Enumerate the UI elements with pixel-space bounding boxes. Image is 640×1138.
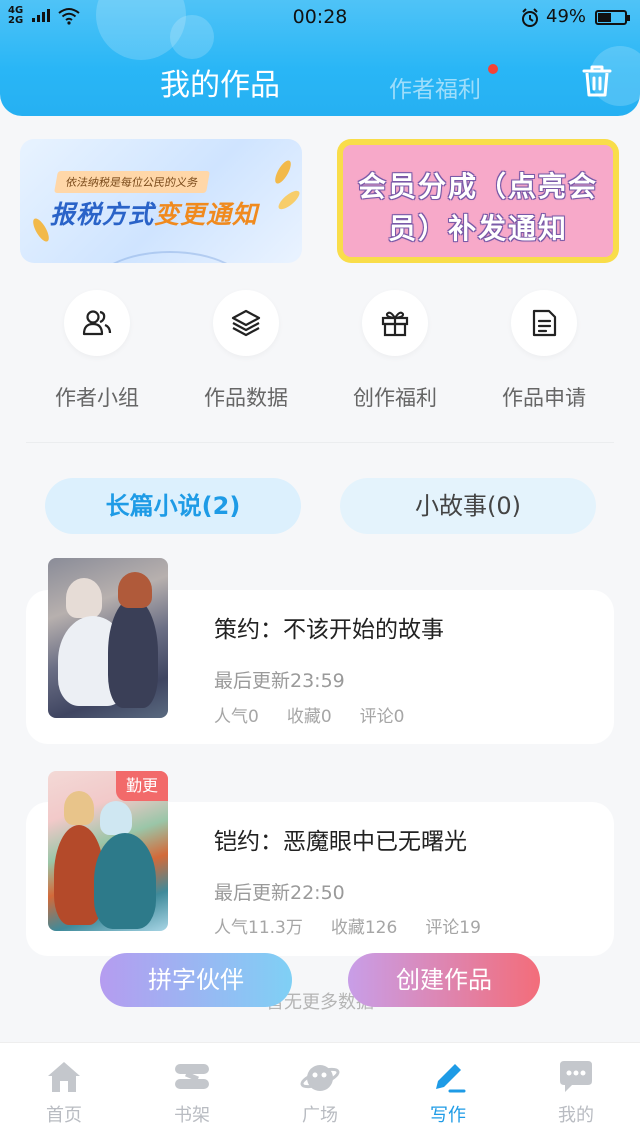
cover-figure [66, 578, 102, 618]
no-more-data-text: 暂无更多数据 [266, 992, 374, 1013]
banner-decoration [90, 251, 250, 263]
work-title[interactable]: 策约：不该开始的故事 [214, 610, 444, 644]
nav-item-home[interactable]: 首页 [0, 1043, 128, 1138]
work-cover-image[interactable]: 勤更 [48, 771, 168, 931]
chat-bubble-icon [560, 1061, 592, 1092]
banner-title: 报税方式变更通知 [50, 200, 259, 229]
favorites-count: 收藏0 [286, 707, 332, 727]
writing-partner-button[interactable]: 拼字伙伴 [100, 953, 292, 1007]
alarm-icon [522, 8, 538, 27]
nav-item-write[interactable]: 写作 [384, 1043, 512, 1138]
clock: 00:28 [292, 6, 348, 28]
cover-figure [118, 572, 152, 608]
quick-action-label: 创作福利 [353, 386, 437, 410]
quick-action-author-group[interactable]: 作者小组 [27, 290, 167, 412]
work-last-updated: 最后更新22:50 [214, 882, 345, 904]
cover-figure [108, 598, 158, 708]
document-icon [511, 290, 577, 356]
create-work-button[interactable]: 创建作品 [348, 953, 540, 1007]
leaf-decoration [272, 158, 294, 186]
cover-figure [100, 801, 132, 835]
battery-icon [595, 10, 630, 25]
quick-action-work-application[interactable]: 作品申请 [474, 290, 614, 412]
trash-icon[interactable] [580, 63, 614, 99]
banner-member-share-notice[interactable]: 会员分成（点亮会 员）补发通知 [337, 139, 619, 263]
nav-item-square[interactable]: 广场 [256, 1043, 384, 1138]
pen-icon [436, 1064, 466, 1093]
comments-count: 评论19 [425, 918, 481, 938]
planet-icon [300, 1065, 340, 1091]
status-bar: 4G 2G 00:28 49% [0, 0, 640, 36]
cover-figure [94, 833, 156, 929]
banner-subtitle: 依法纳税是每位公民的义务 [54, 171, 210, 193]
comments-count: 评论0 [359, 707, 405, 727]
app-header: 4G 2G 00:28 49% 我的作品 作者福利 [0, 0, 640, 116]
nav-label: 书架 [174, 1105, 210, 1126]
tab-short-stories[interactable]: 小故事(0) [340, 478, 596, 534]
work-cover-image[interactable] [48, 558, 168, 718]
leaf-decoration [30, 216, 52, 244]
tab-author-benefits[interactable]: 作者福利 [375, 70, 495, 104]
work-title[interactable]: 铠约：恶魔眼中已无曙光 [214, 822, 467, 856]
banner-title-line: 员）补发通知 [387, 212, 568, 245]
home-icon [48, 1062, 80, 1092]
nav-label: 首页 [46, 1105, 82, 1126]
quick-action-label: 作品数据 [204, 386, 288, 410]
favorites-count: 收藏126 [330, 918, 398, 938]
nav-label: 写作 [430, 1105, 466, 1126]
quick-action-label: 作者小组 [55, 386, 139, 410]
nav-item-mine[interactable]: 我的 [512, 1043, 640, 1138]
popularity-count: 人气0 [214, 707, 259, 727]
nav-item-bookshelf[interactable]: 书架 [128, 1043, 256, 1138]
users-icon [64, 290, 130, 356]
quick-action-creator-benefits[interactable]: 创作福利 [325, 290, 465, 412]
nav-label: 广场 [302, 1105, 338, 1126]
quick-action-work-data[interactable]: 作品数据 [176, 290, 316, 412]
banner-tax-notice[interactable]: 依法纳税是每位公民的义务 报税方式变更通知 [20, 139, 302, 263]
popularity-count: 人气11.3万 [214, 918, 303, 938]
bottom-navigation: 首页 书架 广场 写作 我的 [0, 1042, 640, 1138]
leaf-decoration [275, 187, 302, 213]
section-divider [26, 442, 614, 443]
quick-action-label: 作品申请 [502, 386, 586, 410]
nav-label: 我的 [558, 1105, 594, 1126]
work-stats: 人气0 收藏0 评论0 [214, 702, 432, 727]
layers-icon [213, 290, 279, 356]
notification-dot [488, 64, 498, 74]
banner-title-line: 会员分成（点亮会 [357, 170, 598, 203]
battery-percentage: 49% [546, 6, 587, 27]
tab-long-novels[interactable]: 长篇小说(2) [45, 478, 301, 534]
bookshelf-icon [175, 1064, 209, 1089]
gift-icon [362, 290, 428, 356]
cover-figure [64, 791, 94, 825]
work-stats: 人气11.3万 收藏126 评论19 [214, 913, 509, 938]
diligent-update-badge: 勤更 [116, 771, 168, 801]
page-title: 我的作品 [160, 68, 280, 103]
work-last-updated: 最后更新23:59 [214, 670, 345, 692]
